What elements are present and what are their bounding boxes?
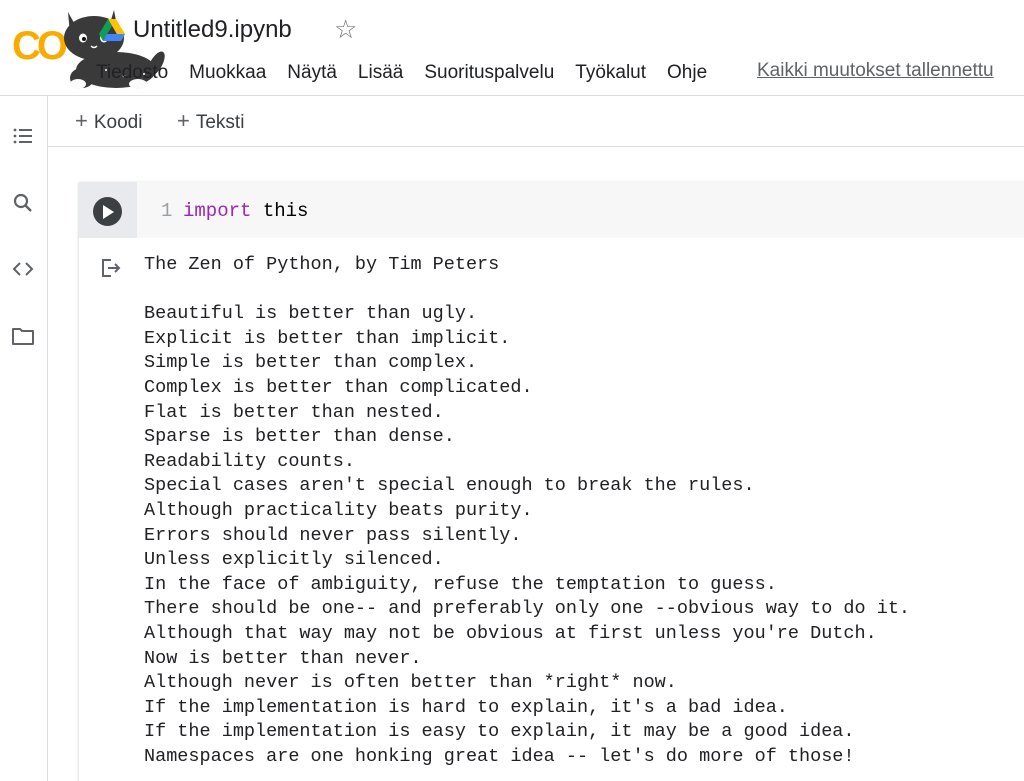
output-text: The Zen of Python, by Tim Peters Beautif… <box>144 254 911 767</box>
plus-icon: + <box>177 108 190 133</box>
add-code-cell-button[interactable]: + Koodi <box>75 108 142 134</box>
run-cell-button[interactable] <box>93 197 122 226</box>
toc-button[interactable] <box>8 121 38 151</box>
notebook-toolbar: + Koodi + Teksti <box>48 96 1024 147</box>
folder-icon <box>12 328 34 345</box>
code-module: this <box>251 200 309 222</box>
star-outline-icon[interactable]: ☆ <box>334 14 357 45</box>
plus-icon: + <box>75 108 88 133</box>
line-number: 1 <box>161 200 173 222</box>
google-drive-icon[interactable] <box>99 18 125 42</box>
header: CO Untitled9.ipynb ☆ Tiedosto Muokkaa Nä… <box>0 0 1024 96</box>
cell-gutter <box>79 182 137 238</box>
menu-file[interactable]: Tiedosto <box>96 62 168 84</box>
add-text-cell-button[interactable]: + Teksti <box>177 108 244 134</box>
add-text-label: Teksti <box>195 112 245 133</box>
code-snippets-button[interactable] <box>8 254 38 284</box>
search-button[interactable] <box>8 188 38 218</box>
menu-tools[interactable]: Työkalut <box>575 62 646 84</box>
code-line[interactable]: import this <box>183 200 308 222</box>
output-actions-icon[interactable] <box>99 256 123 280</box>
left-sidebar <box>0 96 48 781</box>
code-editor[interactable]: 1 import this <box>137 182 1024 238</box>
menu-view[interactable]: Näytä <box>287 62 337 84</box>
notebook-title[interactable]: Untitled9.ipynb <box>133 16 292 44</box>
menu-edit[interactable]: Muokkaa <box>189 62 266 84</box>
menu-runtime[interactable]: Suorituspalvelu <box>424 62 554 84</box>
save-status-link[interactable]: Kaikki muutokset tallennettu <box>757 60 994 82</box>
cell-output: The Zen of Python, by Tim Peters Beautif… <box>79 238 1024 781</box>
code-keyword: import <box>183 200 252 222</box>
menu-insert[interactable]: Lisää <box>358 62 403 84</box>
play-icon <box>102 204 114 219</box>
code-snippets-icon <box>12 262 34 276</box>
toc-icon <box>13 128 32 144</box>
menu-bar: Tiedosto Muokkaa Näytä Lisää Suorituspal… <box>96 60 728 86</box>
files-button[interactable] <box>8 321 38 351</box>
search-icon <box>13 193 32 212</box>
menu-help[interactable]: Ohje <box>667 62 707 84</box>
code-cell[interactable]: 1 import this The Zen of Python, by Tim … <box>79 182 1024 781</box>
add-code-label: Koodi <box>93 112 143 133</box>
